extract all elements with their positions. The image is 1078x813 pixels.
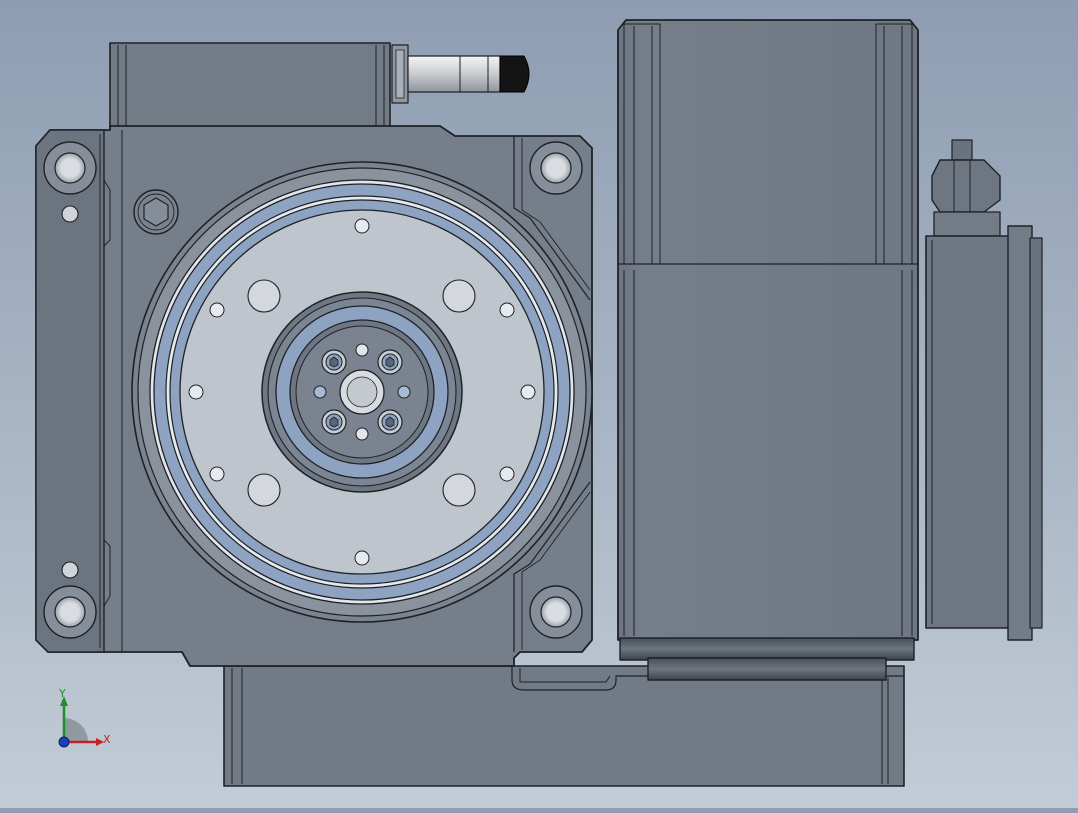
servo-motor[interactable] — [617, 19, 919, 681]
cable-gland[interactable] — [931, 139, 1001, 237]
hex-plug-icon — [133, 189, 179, 235]
air-fitting[interactable] — [391, 44, 530, 104]
center-hub[interactable] — [261, 291, 463, 493]
triad-x-label: X — [103, 733, 111, 746]
cad-viewport[interactable]: X Y — [0, 0, 1078, 808]
z-axis-marker — [58, 736, 70, 748]
coordinate-triad — [58, 696, 104, 748]
mounting-hole-top-right[interactable] — [529, 141, 583, 195]
model-view[interactable] — [0, 0, 1078, 808]
top-housing-block — [109, 42, 391, 134]
connector-box[interactable] — [925, 225, 1043, 641]
pin-hole-left-lower — [61, 561, 79, 579]
triad-y-label: Y — [59, 687, 66, 700]
mounting-hole-top-left[interactable] — [43, 141, 97, 195]
base-plate — [223, 665, 905, 787]
mounting-hole-bottom-left[interactable] — [43, 585, 97, 639]
pin-hole-left-upper — [61, 205, 79, 223]
mounting-hole-bottom-right[interactable] — [529, 585, 583, 639]
